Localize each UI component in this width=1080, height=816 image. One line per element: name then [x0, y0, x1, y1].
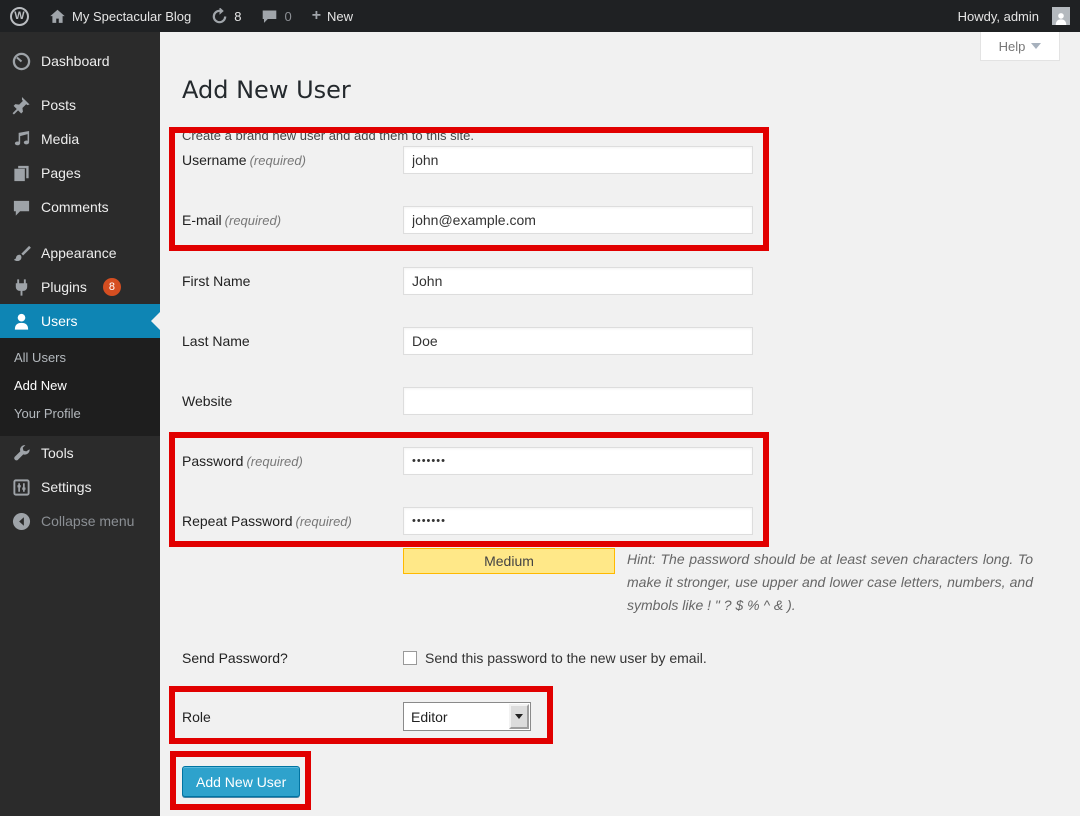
password-strength-area: Medium Hint: The password should be at l… [403, 548, 1033, 617]
send-password-checkbox-label: Send this password to the new user by em… [425, 650, 707, 666]
website-label: Website [182, 387, 397, 415]
wp-logo-menu[interactable]: W [0, 0, 39, 32]
sidebar-item-label: Dashboard [41, 53, 110, 69]
first-name-label: First Name [182, 267, 397, 295]
sidebar-item-tools[interactable]: Tools [0, 436, 160, 470]
posts-icon [12, 96, 31, 115]
sidebar-item-label: Posts [41, 97, 76, 113]
sidebar-item-dashboard[interactable]: Dashboard [0, 44, 160, 78]
add-new-user-button[interactable]: Add New User [182, 766, 300, 797]
site-name-menu[interactable]: My Spectacular Blog [39, 0, 201, 32]
sidebar-item-label: Tools [41, 445, 74, 461]
sidebar-item-media[interactable]: Media [0, 122, 160, 156]
role-dropdown-button[interactable] [509, 704, 529, 729]
avatar [1052, 7, 1070, 25]
comments-count: 0 [284, 9, 291, 24]
email-input[interactable] [403, 206, 753, 234]
sidebar-item-plugins[interactable]: Plugins 8 [0, 270, 160, 304]
required-note: (required) [250, 153, 306, 168]
sidebar-item-users[interactable]: Users [0, 304, 160, 338]
comments-menu[interactable]: 0 [251, 0, 301, 32]
updates-count: 8 [234, 9, 241, 24]
username-input[interactable] [403, 146, 753, 174]
sidebar-item-label: Appearance [41, 245, 117, 261]
sidebar-item-label: Collapse menu [41, 513, 134, 529]
plugins-icon [12, 278, 31, 297]
new-menu[interactable]: + New [302, 0, 363, 32]
dashboard-icon [12, 52, 31, 71]
sidebar-item-label: Settings [41, 479, 92, 495]
role-label: Role [182, 703, 397, 731]
last-name-input[interactable] [403, 327, 753, 355]
required-note: (required) [296, 514, 352, 529]
password-input[interactable] [403, 447, 753, 475]
required-note: (required) [246, 454, 302, 469]
sidebar-item-label: Pages [41, 165, 81, 181]
send-password-checkbox[interactable] [403, 651, 417, 665]
collapse-icon [12, 512, 31, 531]
updates-menu[interactable]: 8 [201, 0, 251, 32]
new-label: New [327, 9, 353, 24]
page-description: Create a brand new user and add them to … [182, 128, 474, 143]
submenu-item-all-users[interactable]: All Users [0, 344, 160, 372]
admin-bar: W My Spectacular Blog 8 0 + New Howdy, [0, 0, 1080, 32]
password-strength-meter: Medium [403, 548, 615, 574]
admin-sidebar: Dashboard Posts Media Pages Comments [0, 32, 160, 816]
updates-icon [211, 8, 228, 25]
pages-icon [12, 164, 31, 183]
sidebar-item-comments[interactable]: Comments [0, 190, 160, 224]
submenu-item-add-new[interactable]: Add New [0, 372, 160, 400]
last-name-label: Last Name [182, 327, 397, 355]
page-title: Add New User [182, 76, 351, 104]
tools-icon [12, 444, 31, 463]
settings-icon [12, 478, 31, 497]
site-name-label: My Spectacular Blog [72, 9, 191, 24]
help-button[interactable]: Help [980, 32, 1060, 61]
comments-bubble-icon [261, 8, 278, 25]
sidebar-item-label: Users [41, 313, 78, 329]
plugins-update-badge: 8 [103, 278, 121, 296]
new-plus-icon: + [312, 8, 321, 24]
sidebar-item-label: Media [41, 131, 79, 147]
username-label: Username(required) [182, 146, 397, 174]
sidebar-item-label: Plugins [41, 279, 87, 295]
users-icon [12, 312, 31, 331]
main-content: Help Add New User Create a brand new use… [160, 32, 1080, 816]
repeat-password-input[interactable] [403, 507, 753, 535]
active-item-arrow [151, 312, 160, 330]
role-dropdown-arrow-icon [515, 714, 523, 719]
comments-icon [12, 198, 31, 217]
role-selected-value: Editor [404, 709, 509, 725]
sidebar-item-label: Comments [41, 199, 109, 215]
email-label: E-mail(required) [182, 206, 397, 234]
howdy-label: Howdy, admin [958, 9, 1039, 24]
sidebar-item-collapse-menu[interactable]: Collapse menu [0, 504, 160, 538]
media-icon [12, 130, 31, 149]
wp-logo-icon: W [10, 7, 29, 26]
website-input[interactable] [403, 387, 753, 415]
send-password-label: Send Password? [182, 644, 397, 672]
role-select[interactable]: Editor [403, 702, 531, 731]
first-name-input[interactable] [403, 267, 753, 295]
appearance-icon [12, 244, 31, 263]
submenu-item-your-profile[interactable]: Your Profile [0, 400, 160, 428]
sidebar-item-posts[interactable]: Posts [0, 88, 160, 122]
home-icon [49, 8, 66, 25]
password-label: Password(required) [182, 447, 397, 475]
required-note: (required) [225, 213, 281, 228]
users-submenu: All Users Add New Your Profile [0, 338, 160, 436]
help-label: Help [999, 39, 1026, 54]
sidebar-item-settings[interactable]: Settings [0, 470, 160, 504]
my-account-menu[interactable]: Howdy, admin [948, 0, 1080, 32]
help-caret-icon [1031, 43, 1041, 49]
sidebar-item-pages[interactable]: Pages [0, 156, 160, 190]
sidebar-item-appearance[interactable]: Appearance [0, 236, 160, 270]
repeat-password-label: Repeat Password(required) [182, 507, 397, 535]
